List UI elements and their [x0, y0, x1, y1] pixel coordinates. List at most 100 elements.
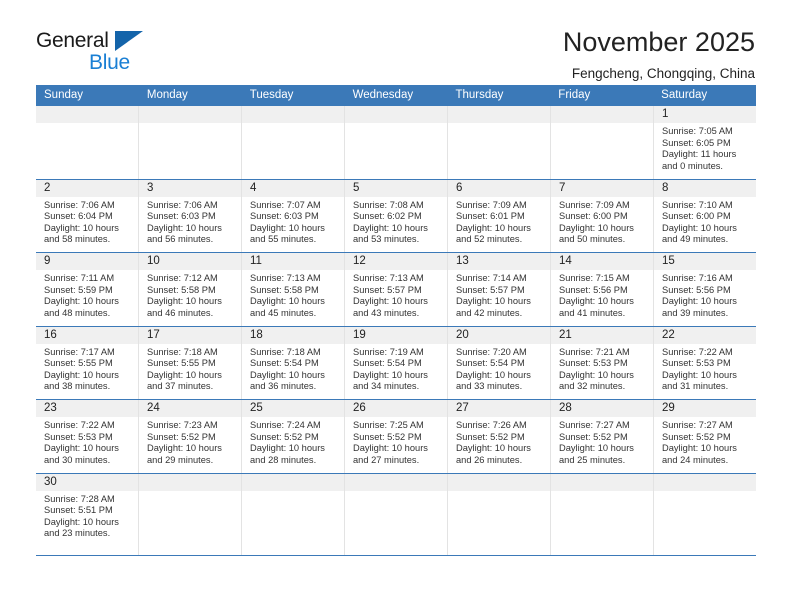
sunrise-text: Sunrise: 7:09 AM	[456, 199, 527, 210]
sunrise-text: Sunrise: 7:28 AM	[44, 493, 115, 504]
day-number: 24	[139, 400, 241, 417]
calendar-day-cell[interactable]: 24 Sunrise: 7:23 AM Sunset: 5:52 PM Dayligh…	[139, 400, 242, 473]
day-sun-info: Sunrise: 7:24 AM Sunset: 5:52 PM Daylight:…	[242, 417, 344, 466]
sunset-text: Sunset: 6:03 PM	[250, 211, 319, 222]
day-number: 29	[654, 400, 756, 417]
calendar-day-cell[interactable]: 30 Sunrise: 7:28 AM Sunset: 5:51 PM Dayligh…	[36, 473, 139, 555]
day-sun-info: Sunrise: 7:13 AM Sunset: 5:58 PM Daylight:…	[242, 270, 344, 319]
sunrise-text: Sunrise: 7:23 AM	[147, 420, 218, 430]
calendar-day-cell[interactable]: 6 Sunrise: 7:09 AM Sunset: 6:01 PM Daylight…	[448, 179, 551, 252]
calendar-day-cell[interactable]: 28 Sunrise: 7:27 AM Sunset: 5:52 PM Dayligh…	[551, 400, 654, 473]
calendar-day-cell[interactable]: 22 Sunrise: 7:22 AM Sunset: 5:53 PM Dayligh…	[654, 326, 756, 399]
calendar-week-row: 9 Sunrise: 7:11 AM Sunset: 5:59 PM Daylight…	[36, 253, 756, 327]
calendar-cell-empty	[139, 106, 242, 179]
daylight-text-line2: and 33 minutes.	[456, 381, 523, 392]
daylight-text-line1: Daylight: 10 hours	[250, 222, 325, 233]
daylight-text-line1: Daylight: 10 hours	[44, 516, 119, 527]
calendar-day-cell[interactable]: 1 Sunrise: 7:05 AM Sunset: 6:05 PM Daylight…	[654, 106, 756, 179]
calendar-day-cell[interactable]: 25 Sunrise: 7:24 AM Sunset: 5:52 PM Dayligh…	[242, 400, 345, 473]
daylight-text-line2: and 37 minutes.	[147, 381, 214, 392]
day-number: 3	[139, 179, 241, 197]
day-sun-info: Sunrise: 7:18 AM Sunset: 5:55 PM Daylight:…	[139, 344, 241, 393]
daylight-text-line2: and 34 minutes.	[353, 381, 420, 392]
day-number: 18	[242, 326, 344, 344]
daylight-text-line2: and 50 minutes.	[559, 234, 626, 245]
calendar-day-cell[interactable]: 5 Sunrise: 7:08 AM Sunset: 6:02 PM Daylight…	[345, 179, 448, 252]
day-number: 12	[345, 253, 447, 270]
weekday-header-tuesday: Tuesday	[249, 89, 294, 101]
sunrise-text: Sunrise: 7:11 AM	[44, 273, 115, 283]
calendar-day-cell[interactable]: 16 Sunrise: 7:17 AM Sunset: 5:55 PM Dayligh…	[36, 326, 139, 399]
calendar-day-cell[interactable]: 10 Sunrise: 7:12 AM Sunset: 5:58 PM Dayligh…	[139, 253, 242, 326]
daylight-text-line2: and 26 minutes.	[456, 454, 523, 465]
sunrise-text: Sunrise: 7:09 AM	[559, 199, 630, 210]
day-number: 27	[448, 400, 550, 417]
day-sun-info: Sunrise: 7:25 AM Sunset: 5:52 PM Daylight:…	[345, 417, 447, 466]
daylight-text-line1: Daylight: 10 hours	[662, 296, 737, 307]
day-sun-info: Sunrise: 7:27 AM Sunset: 5:52 PM Daylight:…	[551, 417, 653, 466]
sunset-text: Sunset: 5:58 PM	[147, 284, 216, 295]
day-number	[139, 473, 241, 491]
daylight-text-line1: Daylight: 10 hours	[559, 222, 634, 233]
sunset-text: Sunset: 5:52 PM	[353, 431, 422, 442]
sunset-text: Sunset: 5:56 PM	[662, 284, 731, 295]
day-number: 16	[36, 326, 138, 344]
sunrise-text: Sunrise: 7:19 AM	[353, 346, 424, 357]
calendar-week-row: 30 Sunrise: 7:28 AM Sunset: 5:51 PM Dayligh…	[36, 473, 756, 556]
daylight-text-line1: Daylight: 10 hours	[250, 369, 325, 380]
calendar-day-cell[interactable]: 9 Sunrise: 7:11 AM Sunset: 5:59 PM Daylight…	[36, 253, 139, 326]
page-header: General Blue November 2025 Fengcheng, Ch…	[36, 0, 756, 82]
daylight-text-line1: Daylight: 10 hours	[456, 296, 531, 307]
daylight-text-line2: and 52 minutes.	[456, 234, 523, 245]
calendar-day-cell[interactable]: 2 Sunrise: 7:06 AM Sunset: 6:04 PM Daylight…	[36, 179, 139, 252]
day-sun-info: Sunrise: 7:14 AM Sunset: 5:57 PM Daylight:…	[448, 270, 550, 319]
calendar-day-cell[interactable]: 7 Sunrise: 7:09 AM Sunset: 6:00 PM Daylight…	[551, 179, 654, 252]
day-number: 11	[242, 253, 344, 270]
calendar-day-cell[interactable]: 29 Sunrise: 7:27 AM Sunset: 5:52 PM Dayligh…	[654, 400, 756, 473]
calendar-day-cell[interactable]: 13 Sunrise: 7:14 AM Sunset: 5:57 PM Dayligh…	[448, 253, 551, 326]
daylight-text-line2: and 42 minutes.	[456, 307, 523, 318]
calendar-day-cell[interactable]: 3 Sunrise: 7:06 AM Sunset: 6:03 PM Daylight…	[139, 179, 242, 252]
calendar-day-cell[interactable]: 20 Sunrise: 7:20 AM Sunset: 5:54 PM Dayligh…	[448, 326, 551, 399]
calendar-day-cell[interactable]: 19 Sunrise: 7:19 AM Sunset: 5:54 PM Dayligh…	[345, 326, 448, 399]
daylight-text-line2: and 0 minutes.	[662, 160, 723, 171]
calendar-day-cell[interactable]: 26 Sunrise: 7:25 AM Sunset: 5:52 PM Dayligh…	[345, 400, 448, 473]
generalblue-logo[interactable]: General Blue	[36, 28, 156, 76]
weekday-header-friday: Friday	[558, 89, 591, 101]
sunrise-text: Sunrise: 7:20 AM	[456, 346, 527, 357]
calendar-day-cell[interactable]: 12 Sunrise: 7:13 AM Sunset: 5:57 PM Dayligh…	[345, 253, 448, 326]
sunrise-text: Sunrise: 7:12 AM	[147, 273, 218, 283]
calendar-day-cell[interactable]: 8 Sunrise: 7:10 AM Sunset: 6:00 PM Daylight…	[654, 179, 756, 252]
calendar-day-cell[interactable]: 11 Sunrise: 7:13 AM Sunset: 5:58 PM Dayligh…	[242, 253, 345, 326]
sunrise-text: Sunrise: 7:08 AM	[353, 199, 424, 210]
calendar-day-cell[interactable]: 14 Sunrise: 7:15 AM Sunset: 5:56 PM Dayligh…	[551, 253, 654, 326]
calendar-day-cell[interactable]: 18 Sunrise: 7:18 AM Sunset: 5:54 PM Dayligh…	[242, 326, 345, 399]
daylight-text-line1: Daylight: 10 hours	[353, 296, 428, 307]
calendar-week-row: 23 Sunrise: 7:22 AM Sunset: 5:53 PM Dayligh…	[36, 400, 756, 474]
daylight-text-line2: and 38 minutes.	[44, 381, 111, 392]
day-number	[654, 473, 756, 491]
day-sun-info: Sunrise: 7:07 AM Sunset: 6:03 PM Daylight:…	[242, 197, 344, 246]
day-sun-info: Sunrise: 7:17 AM Sunset: 5:55 PM Daylight:…	[36, 344, 138, 393]
sunrise-text: Sunrise: 7:22 AM	[44, 420, 115, 430]
calendar-day-cell[interactable]: 15 Sunrise: 7:16 AM Sunset: 5:56 PM Dayligh…	[654, 253, 756, 326]
sunrise-text: Sunrise: 7:05 AM	[662, 126, 733, 136]
sunset-text: Sunset: 5:57 PM	[353, 284, 422, 295]
weekday-header-monday: Monday	[146, 89, 188, 101]
sunset-text: Sunset: 5:57 PM	[456, 284, 525, 295]
calendar-day-cell[interactable]: 4 Sunrise: 7:07 AM Sunset: 6:03 PM Daylight…	[242, 179, 345, 252]
day-number	[551, 473, 653, 491]
day-number	[448, 106, 550, 123]
daylight-text-line2: and 27 minutes.	[353, 454, 420, 465]
calendar-cell-empty	[36, 106, 139, 179]
calendar-day-cell[interactable]: 27 Sunrise: 7:26 AM Sunset: 5:52 PM Dayligh…	[448, 400, 551, 473]
daylight-text-line2: and 31 minutes.	[662, 381, 729, 392]
calendar-day-cell[interactable]: 21 Sunrise: 7:21 AM Sunset: 5:53 PM Dayligh…	[551, 326, 654, 399]
day-number: 2	[36, 179, 138, 197]
day-sun-info: Sunrise: 7:05 AM Sunset: 6:05 PM Daylight:…	[654, 123, 756, 172]
daylight-text-line2: and 55 minutes.	[250, 234, 317, 245]
calendar-day-cell[interactable]: 23 Sunrise: 7:22 AM Sunset: 5:53 PM Dayligh…	[36, 400, 139, 473]
calendar-week-row: 1 Sunrise: 7:05 AM Sunset: 6:05 PM Daylight…	[36, 106, 756, 180]
calendar-day-cell[interactable]: 17 Sunrise: 7:18 AM Sunset: 5:55 PM Dayligh…	[139, 326, 242, 399]
weekday-header-sunday: Sunday	[44, 89, 84, 101]
